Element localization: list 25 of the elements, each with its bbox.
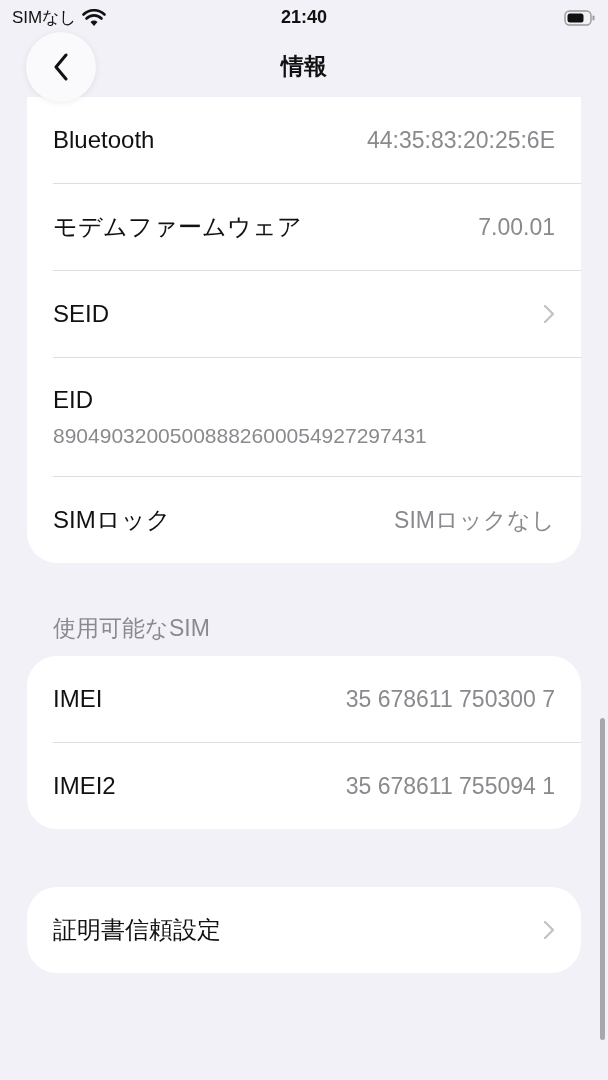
carrier-label: SIMなし (12, 7, 77, 29)
row-label: SEID (53, 300, 109, 328)
row-value: 35 678611 750300 7 (345, 685, 555, 713)
row-value: 89049032005008882600054927297431 (53, 424, 427, 448)
chevron-icon (543, 920, 555, 940)
chevron-icon (543, 304, 555, 324)
row-value: 44:35:83:20:25:6E (367, 126, 555, 154)
row-label: IMEI2 (53, 772, 116, 800)
row-label: IMEI (53, 685, 103, 713)
row-value: SIMロックなし (394, 505, 555, 535)
back-icon (53, 53, 69, 81)
list-row[interactable]: SEID (53, 270, 581, 357)
row-label: SIMロック (53, 505, 171, 535)
row-label: モデムファームウェア (53, 212, 302, 242)
wifi-icon (82, 8, 107, 27)
row-value: 35 678611 755094 1 (345, 772, 555, 800)
row-label: Bluetooth (53, 126, 155, 154)
list-row[interactable]: 証明書信頼設定 (53, 887, 581, 973)
page-title: 情報 (281, 51, 327, 81)
clock-time: 21:40 (281, 7, 327, 28)
row-label: 証明書信頼設定 (53, 915, 221, 945)
battery-icon (564, 8, 596, 27)
row-label: EID (53, 386, 93, 414)
section-header: 使用可能なSIM (52, 614, 211, 643)
row-value: 7.00.01 (478, 213, 555, 241)
